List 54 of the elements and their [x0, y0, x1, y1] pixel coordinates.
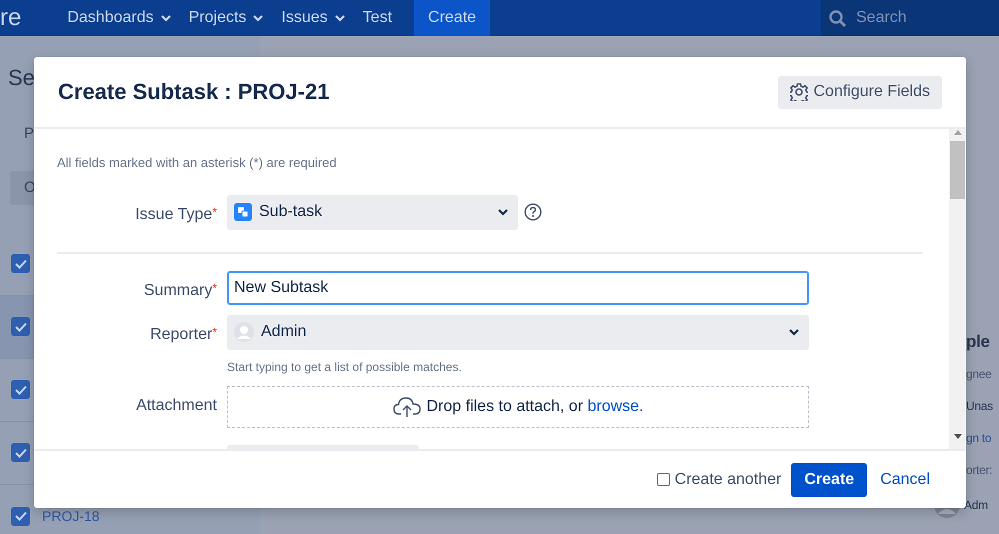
field-label: Summary*: [142, 280, 217, 300]
search-box[interactable]: Search: [821, 0, 999, 36]
check-icon: [14, 320, 28, 332]
checkbox[interactable]: [11, 317, 30, 336]
field-label: Reporter*: [149, 324, 217, 344]
create-button[interactable]: Create: [414, 0, 490, 36]
field-label: Issue Type*: [134, 204, 217, 224]
nav-menu-item[interactable]: Projects: [188, 6, 264, 30]
dialog-title: Create Subtask : PROJ-21: [58, 78, 330, 106]
scroll-down-icon: [952, 433, 962, 441]
section-heading: ple: [966, 332, 991, 352]
check-icon: [14, 384, 28, 396]
page-heading: Se: [8, 64, 35, 92]
browse-link[interactable]: browse.: [587, 398, 644, 414]
cancel-link[interactable]: Cancel: [880, 468, 930, 492]
field-value: Unas: [966, 398, 994, 415]
chevron-down-icon: [788, 327, 800, 337]
field-label: Attachment: [135, 396, 217, 416]
checkbox[interactable]: [11, 254, 30, 273]
scrollbar[interactable]: [949, 129, 966, 449]
checkbox[interactable]: [11, 506, 30, 526]
subtask-icon: [234, 203, 252, 221]
cloud-upload-icon: [392, 395, 420, 418]
checkbox[interactable]: [11, 443, 30, 462]
scroll-up-icon: [952, 129, 962, 137]
gear-icon: [790, 83, 808, 101]
scrollbar-thumb[interactable]: [950, 141, 965, 199]
drop-instruction: Drop files to attach, or browse.: [426, 396, 644, 416]
field-label: orter:: [966, 462, 994, 479]
search-icon: [829, 10, 846, 26]
avatar-icon: [234, 322, 254, 342]
field-label: gnee: [966, 366, 992, 383]
nav-menu-item[interactable]: Dashboards: [67, 6, 172, 30]
user-name: Adm: [964, 497, 988, 514]
checkbox[interactable]: [11, 380, 30, 399]
check-icon: [14, 446, 28, 458]
configure-fields-button[interactable]: Configure Fields: [778, 76, 942, 108]
required-note: All fields marked with an asterisk (*) are required: [57, 154, 338, 172]
checkbox[interactable]: [656, 473, 670, 486]
field-hint: Start typing to get a list of possible matches.: [227, 358, 463, 376]
checkbox-label: Create another: [674, 470, 782, 490]
nav-menu-item[interactable]: Issues: [281, 6, 346, 30]
check-icon: [14, 258, 28, 270]
reporter-select[interactable]: Admin: [227, 314, 809, 350]
chevron-down-icon: [497, 207, 509, 217]
issue-type-select[interactable]: Sub-task: [227, 194, 518, 230]
summary-input[interactable]: New Subtask: [227, 270, 809, 304]
tab-label: P: [24, 124, 36, 144]
search-field[interactable]: Search: [854, 5, 984, 31]
check-icon: [14, 510, 28, 522]
logo-text: re: [0, 3, 22, 33]
attachment-dropzone[interactable]: Drop files to attach, or browse.: [227, 386, 809, 428]
create-button[interactable]: Create: [791, 462, 868, 496]
nav-menu-item[interactable]: Test: [362, 6, 392, 30]
